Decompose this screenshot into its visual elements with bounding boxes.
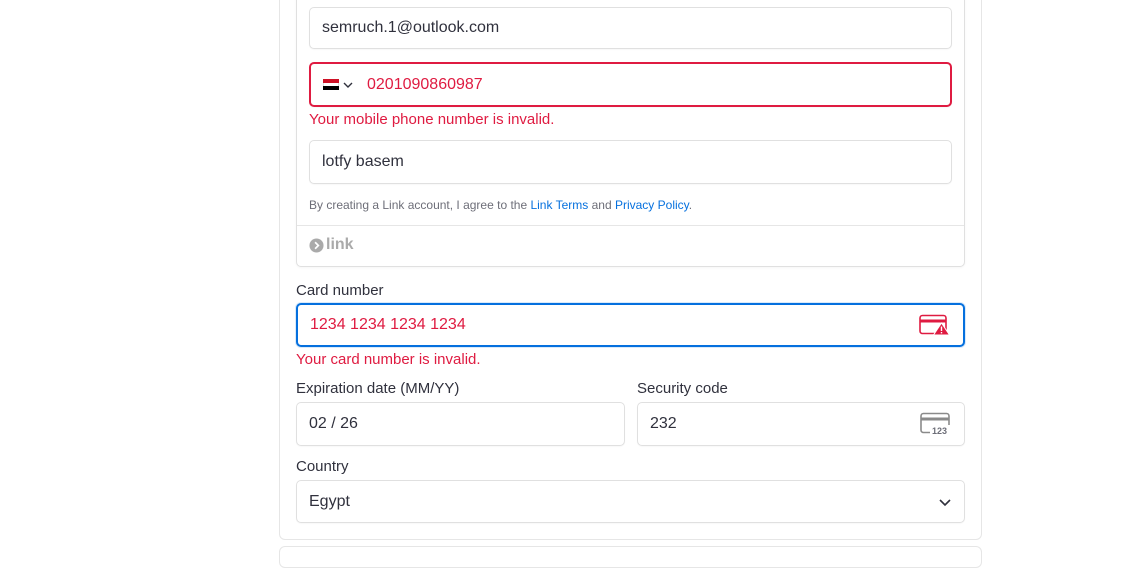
phone-error-message: Your mobile phone number is invalid. bbox=[309, 111, 555, 128]
link-brand-text: link bbox=[326, 236, 354, 253]
terms-suffix: . bbox=[688, 198, 693, 212]
card-number-value: 1234 1234 1234 1234 bbox=[310, 316, 466, 333]
phone-field[interactable]: 0201090860987 bbox=[309, 62, 952, 107]
card-number-field[interactable]: 1234 1234 1234 1234 bbox=[296, 303, 965, 347]
link-terms-link[interactable]: Link Terms bbox=[530, 198, 588, 212]
next-section-card bbox=[279, 546, 982, 568]
card-number-error: Your card number is invalid. bbox=[296, 351, 481, 368]
expiration-field[interactable]: 02 / 26 bbox=[296, 402, 625, 446]
email-value: semruch.1@outlook.com bbox=[322, 19, 500, 36]
link-divider bbox=[297, 225, 964, 226]
country-label: Country bbox=[296, 458, 349, 475]
cvc-icon-text: 123 bbox=[932, 426, 947, 436]
email-field[interactable]: semruch.1@outlook.com bbox=[309, 7, 952, 49]
expiration-label: Expiration date (MM/YY) bbox=[296, 380, 460, 397]
chevron-down-icon bbox=[343, 82, 353, 88]
egypt-flag-icon bbox=[323, 79, 339, 91]
link-terms-text: By creating a Link account, I agree to t… bbox=[309, 198, 692, 212]
link-brand-logo: link bbox=[309, 236, 354, 254]
card-number-label: Card number bbox=[296, 282, 384, 299]
country-value: Egypt bbox=[309, 492, 350, 510]
terms-and: and bbox=[588, 198, 615, 212]
country-code-selector[interactable] bbox=[323, 79, 353, 91]
full-name-field[interactable]: lotfy basem bbox=[309, 140, 952, 184]
link-play-icon bbox=[309, 237, 324, 253]
expiration-value: 02 / 26 bbox=[309, 415, 358, 432]
chevron-down-icon bbox=[938, 495, 952, 509]
security-code-value: 232 bbox=[650, 415, 677, 432]
security-code-field[interactable]: 232 123 bbox=[637, 402, 965, 446]
card-error-icon bbox=[919, 314, 951, 336]
country-select[interactable]: Egypt bbox=[296, 480, 965, 523]
cvc-card-icon: 123 bbox=[920, 412, 952, 436]
phone-value: 0201090860987 bbox=[367, 75, 483, 93]
terms-prefix: By creating a Link account, I agree to t… bbox=[309, 198, 531, 212]
privacy-policy-link[interactable]: Privacy Policy bbox=[615, 198, 689, 212]
full-name-value: lotfy basem bbox=[322, 153, 404, 170]
security-code-label: Security code bbox=[637, 380, 728, 397]
